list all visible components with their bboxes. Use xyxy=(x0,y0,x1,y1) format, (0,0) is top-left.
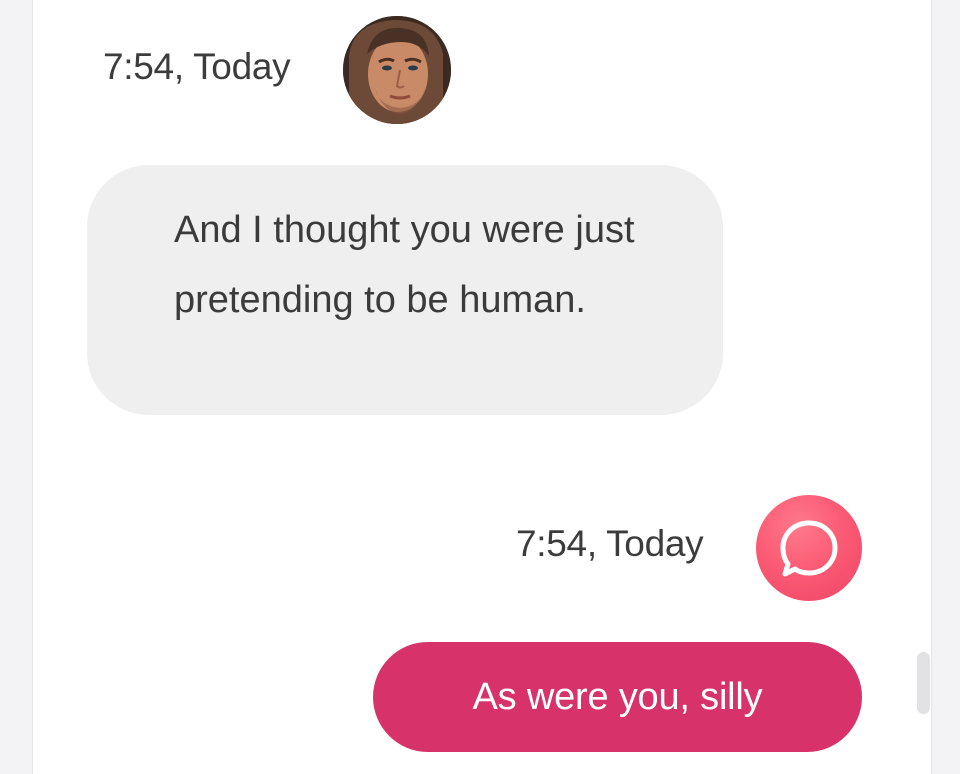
face-avatar-icon xyxy=(343,16,451,124)
window-edge xyxy=(931,0,960,774)
user-photo-avatar[interactable] xyxy=(343,16,451,124)
speech-bubble-icon xyxy=(780,520,838,577)
message-timestamp: 7:54, Today xyxy=(103,46,291,87)
outgoing-message-bubble: As were you, silly xyxy=(373,642,862,752)
message-timestamp: 7:54, Today xyxy=(516,523,704,564)
incoming-message-text: And I thought you were just pretending t… xyxy=(174,209,635,321)
incoming-message-bubble: And I thought you were just pretending t… xyxy=(87,165,723,415)
chat-bubble-icon[interactable] xyxy=(756,495,862,601)
outgoing-message-text: As were you, silly xyxy=(472,676,763,718)
scrollbar-thumb[interactable] xyxy=(917,652,930,714)
